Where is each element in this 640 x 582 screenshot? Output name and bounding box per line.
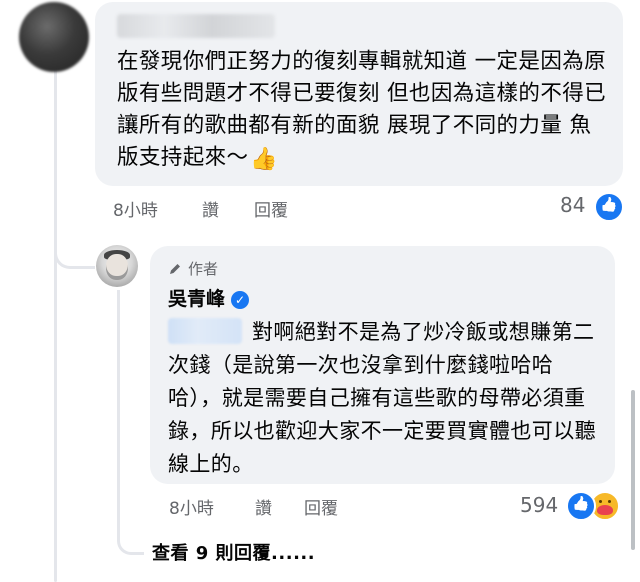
author-name[interactable]: 吳青峰	[168, 288, 225, 310]
comment-bubble: 在發現你們正努力的復刻專輯就知道 一定是因為原版有些問題才不得已要復刻 但也因為…	[95, 2, 623, 186]
author-badge: 作者	[168, 258, 218, 279]
comment-text: 在發現你們正努力的復刻專輯就知道 一定是因為原版有些問題才不得已要復刻 但也因為…	[117, 49, 607, 172]
author-name-row: 吳青峰 ✓	[168, 284, 250, 311]
author-badge-label: 作者	[188, 260, 219, 278]
reply-bubble: 作者 吳青峰 ✓ 對啊絕對不是為了炒冷飯或想賺第二次錢（是說第一次也沒拿到什麼錢啦…	[150, 246, 615, 484]
comment-reply-button[interactable]: 回覆	[254, 196, 288, 221]
comment-like-button[interactable]: 讚	[202, 196, 219, 221]
scrollbar[interactable]	[631, 390, 635, 550]
pencil-icon	[170, 264, 180, 274]
view-more-replies-link[interactable]: 查看 9 則回覆......	[152, 539, 315, 565]
reply-reaction-count[interactable]: 594	[520, 493, 558, 517]
comment-reaction-count[interactable]: 84	[560, 193, 585, 217]
like-icon[interactable]	[594, 192, 624, 222]
thread-line	[54, 42, 57, 582]
reply-text: 對啊絕對不是為了炒冷飯或想賺第二次錢（是說第一次也沒拿到什麼錢啦哈哈哈），就是需…	[168, 320, 596, 476]
reply-thread-connector	[117, 520, 144, 555]
reply-reply-button[interactable]: 回覆	[304, 494, 338, 519]
reply-timestamp[interactable]: 8小時	[169, 494, 214, 519]
commenter-avatar[interactable]	[19, 2, 89, 72]
verified-badge-icon: ✓	[231, 291, 250, 309]
avatar-face	[106, 254, 128, 280]
thread-connector	[54, 226, 95, 269]
reply-like-button[interactable]: 讚	[255, 494, 272, 519]
author-avatar[interactable]	[96, 245, 138, 287]
thumbs-up-emoji: 👍	[250, 147, 279, 172]
commenter-name-redacted[interactable]	[117, 14, 275, 38]
like-icon[interactable]	[566, 491, 596, 521]
reply-thread-line	[117, 290, 120, 534]
comment-timestamp[interactable]: 8小時	[113, 196, 158, 221]
